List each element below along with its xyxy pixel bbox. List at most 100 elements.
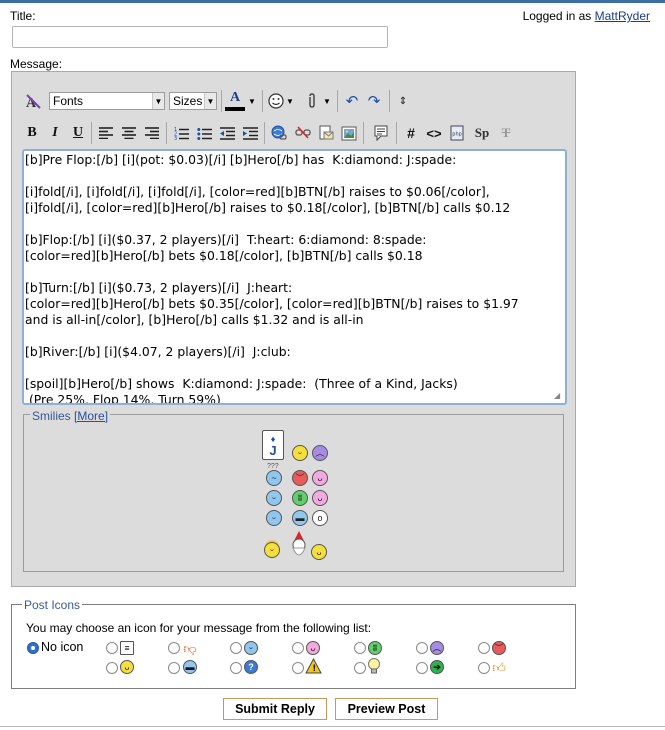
smile-smiley-icon[interactable]: ᵕ <box>292 445 308 461</box>
thumbs-down-icon: 👎︎ <box>183 640 197 656</box>
preview-post-button[interactable]: Preview Post <box>335 698 438 720</box>
resize-grip-icon[interactable]: ◢ <box>554 392 563 401</box>
post-icon-radio[interactable] <box>292 662 304 674</box>
mad-smiley-icon[interactable]: ︶ <box>292 470 308 486</box>
toolbar-separator <box>396 122 397 144</box>
toolbar-separator <box>363 122 364 144</box>
spoiler-icon[interactable]: Sp <box>472 123 492 143</box>
post-icon-radio[interactable] <box>416 642 428 654</box>
italic-icon[interactable]: I <box>45 123 65 143</box>
php-code-icon[interactable]: php <box>447 123 467 143</box>
size-select-value: Sizes <box>173 94 203 108</box>
question-icon: ? <box>244 660 258 674</box>
toolbar-separator <box>166 122 167 144</box>
svg-text:php: php <box>452 132 462 138</box>
align-right-icon[interactable] <box>142 123 162 143</box>
smiley-menu-icon[interactable] <box>266 91 286 111</box>
frown-icon: ︵ <box>430 641 444 655</box>
post-icons-description: You may choose an icon for your message … <box>26 621 372 635</box>
toolbar-separator <box>337 90 338 112</box>
logged-in-prefix: Logged in as <box>522 9 592 23</box>
smilies-legend: Smilies [More] <box>30 409 111 423</box>
attachment-icon[interactable] <box>302 91 322 111</box>
underline-icon[interactable]: U <box>68 123 88 143</box>
diamond-suit-icon: ♦ <box>270 433 276 444</box>
rolleyes-smiley-icon[interactable]: ᵕ <box>266 510 282 526</box>
post-icon-radio[interactable] <box>416 662 428 674</box>
wink-smiley-icon[interactable]: ᵕ <box>266 490 282 506</box>
post-icon-radio[interactable] <box>168 662 180 674</box>
confused-smiley-icon[interactable]: ~ <box>266 470 282 486</box>
top-accent-bar <box>0 0 665 3</box>
html-code-icon[interactable]: <> <box>424 123 444 143</box>
frown-smiley-icon[interactable]: ︵ <box>312 445 328 461</box>
toolbar-separator <box>389 90 390 112</box>
post-icon-radio[interactable] <box>354 642 366 654</box>
text-color-button[interactable]: A <box>224 83 246 113</box>
warning-icon: ! <box>305 657 322 674</box>
toolbar-separator <box>91 122 92 144</box>
align-left-icon[interactable] <box>96 123 116 143</box>
message-label: Message: <box>10 57 63 71</box>
eek-smiley-icon[interactable]: o <box>312 510 328 526</box>
cool-icon: ▬ <box>183 660 197 674</box>
insert-image-icon[interactable] <box>339 123 359 143</box>
lightbulb-icon <box>367 658 381 675</box>
post-icon-radio[interactable] <box>230 642 242 654</box>
message-textarea[interactable]: [b]Pre Flop:[/b] [i](pot: $0.03)[/i] [b]… <box>22 149 567 405</box>
post-icon-radio[interactable] <box>230 662 242 674</box>
post-icon-radio[interactable] <box>292 642 304 654</box>
submit-reply-button[interactable]: Submit Reply <box>223 698 327 720</box>
post-icon-radio-none[interactable] <box>27 642 39 654</box>
mad-icon: ︶ <box>492 641 506 655</box>
jack-card-smiley-icon[interactable]: ♦ J <box>262 430 284 460</box>
strikethrough-icon[interactable]: T <box>496 123 516 143</box>
happy-smiley-icon[interactable]: ᴗ <box>312 490 328 506</box>
post-icon-radio[interactable] <box>168 642 180 654</box>
username-link[interactable]: MattRyder <box>595 9 650 23</box>
happy-icon: ᴗ <box>120 660 134 674</box>
title-input[interactable] <box>12 26 388 48</box>
text-color-swatch <box>225 107 245 111</box>
undo-icon[interactable]: ↶ <box>342 91 362 111</box>
outdent-icon[interactable] <box>217 123 237 143</box>
insert-email-icon[interactable] <box>316 123 336 143</box>
chevron-down-icon[interactable]: ▼ <box>247 94 257 108</box>
grin-icon: ʬ <box>368 641 382 655</box>
bullet-list-icon[interactable] <box>194 123 214 143</box>
insert-link-icon[interactable] <box>269 123 289 143</box>
redo-icon[interactable]: ↷ <box>364 91 384 111</box>
quote-icon[interactable] <box>371 123 391 143</box>
remove-format-icon[interactable]: A <box>23 91 43 111</box>
svg-text:!: ! <box>312 664 316 674</box>
font-select[interactable]: Fonts ▼ <box>49 92 165 110</box>
laugh-smiley-icon[interactable]: ᴗ <box>311 544 327 560</box>
arrow-right-icon: ➔ <box>430 660 444 674</box>
chevron-down-icon[interactable]: ▼ <box>322 94 332 108</box>
indent-icon[interactable] <box>240 123 260 143</box>
grin-smiley-icon[interactable]: ʬ <box>292 490 308 506</box>
no-icon-label: No icon <box>41 640 84 654</box>
bold-icon[interactable]: B <box>22 123 42 143</box>
post-icons-legend: Post Icons <box>22 598 83 612</box>
post-icon-radio[interactable] <box>354 662 366 674</box>
post-icon-radio[interactable] <box>106 662 118 674</box>
chevron-down-icon[interactable]: ▼ <box>285 94 295 108</box>
post-icon-radio[interactable] <box>478 662 490 674</box>
smile-icon: ᵕ <box>244 641 258 655</box>
tongue-smiley-icon[interactable]: ᴗ <box>312 470 328 486</box>
resize-editor-icon[interactable]: ⇕ <box>393 91 413 111</box>
cool-smiley-icon[interactable]: ▬ <box>292 510 308 526</box>
chevron-down-icon: ▼ <box>204 93 216 109</box>
align-center-icon[interactable] <box>119 123 139 143</box>
numbered-list-icon[interactable]: 123 <box>171 123 191 143</box>
angel-smiley-icon[interactable]: ᵕ <box>264 542 280 558</box>
unlink-icon[interactable] <box>293 123 313 143</box>
santa-smiley-icon[interactable] <box>289 530 309 560</box>
more-smilies-link[interactable]: [More] <box>74 409 108 423</box>
toolbar-separator <box>262 90 263 112</box>
post-icon-radio[interactable] <box>478 642 490 654</box>
post-icon-radio[interactable] <box>106 642 118 654</box>
size-select[interactable]: Sizes ▼ <box>169 92 217 110</box>
code-hash-icon[interactable]: # <box>401 123 421 143</box>
